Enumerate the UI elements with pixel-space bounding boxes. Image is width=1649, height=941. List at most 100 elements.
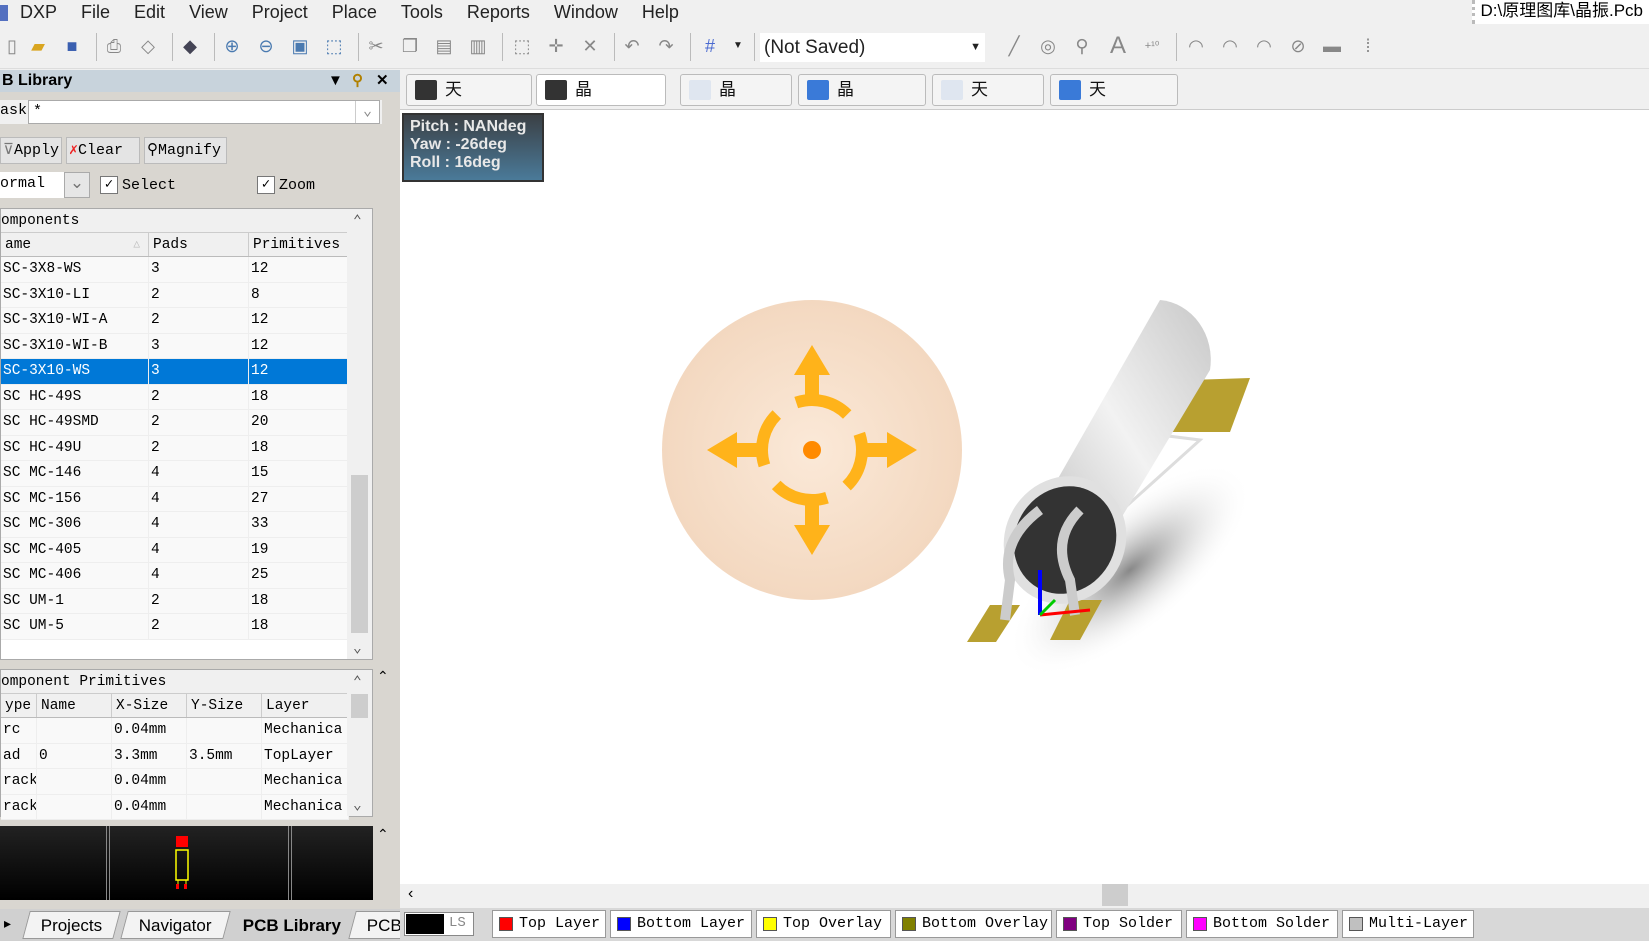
primitive-row[interactable]: rack 0.04mm Mechanica (1, 794, 349, 820)
doc-tab[interactable]: 天线.REP (932, 74, 1044, 129)
component-row[interactable]: SC HC-49S 2 18 (1, 384, 349, 410)
grid-icon[interactable]: # (698, 34, 722, 58)
mode-dropdown-icon[interactable]: ⌄ (64, 172, 90, 198)
redo-icon[interactable]: ↷ (654, 34, 678, 58)
layer-tab[interactable]: Bottom Overlay (895, 910, 1052, 938)
collapse-up-icon[interactable]: ⌃ (377, 668, 389, 685)
menu-edit[interactable]: Edit (122, 2, 177, 23)
menu-view[interactable]: View (177, 2, 240, 23)
move-icon[interactable]: ✛ (544, 34, 568, 58)
arc-edge-icon[interactable]: ◠ (1218, 34, 1242, 58)
select-checkbox[interactable]: ✓ Select (100, 176, 176, 194)
layer-set-button[interactable]: LS (404, 912, 474, 936)
open-icon[interactable]: ▰ (26, 34, 50, 58)
column-type[interactable]: ype (1, 694, 37, 717)
column-pads[interactable]: Pads (149, 233, 249, 256)
primitives-scrollbar[interactable]: ⌃ ⌄ (347, 670, 372, 816)
print-icon[interactable]: ⎙ (102, 34, 126, 58)
scroll-up-icon[interactable]: ⌃ (353, 213, 362, 230)
navigation-compass-icon[interactable] (662, 300, 962, 600)
layer-tab[interactable]: Top Overlay (756, 910, 891, 938)
column-name[interactable]: ame △ (1, 233, 149, 256)
apply-button[interactable]: ⊽Apply (0, 137, 62, 164)
menu-help[interactable]: Help (630, 2, 691, 23)
close-icon[interactable]: ✕ (376, 70, 389, 92)
line-icon[interactable]: ╱ (1002, 34, 1026, 58)
component-row[interactable]: SC UM-5 2 18 (1, 614, 349, 640)
menu-reports[interactable]: Reports (455, 2, 542, 23)
tab-scroll-right-icon[interactable]: ▸ (4, 915, 11, 932)
column-layer[interactable]: Layer (262, 694, 349, 717)
component-row[interactable]: SC HC-49U 2 18 (1, 435, 349, 461)
component-row[interactable]: SC MC-405 4 19 (1, 537, 349, 563)
doc-tab[interactable]: 晶振.REP (680, 74, 792, 129)
zoom-fit-icon[interactable]: ▣ (288, 34, 312, 58)
menu-dxp[interactable]: DXP (12, 2, 69, 23)
mask-input[interactable]: * ⌄ (28, 100, 380, 124)
components-scrollbar[interactable]: ⌃ ⌄ (347, 209, 372, 659)
column-primitives[interactable]: Primitives (249, 233, 349, 256)
menu-tools[interactable]: Tools (389, 2, 455, 23)
column-y-size[interactable]: Y-Size (187, 694, 262, 717)
scroll-thumb[interactable] (351, 475, 368, 633)
layer-tab[interactable]: Bottom Layer (610, 910, 752, 938)
mode-select[interactable]: ormal (0, 172, 64, 198)
select-area-icon[interactable]: ⬚ (510, 34, 534, 58)
component-row[interactable]: SC MC-306 4 33 (1, 512, 349, 538)
rubber-stamp-icon[interactable]: ▥ (466, 34, 490, 58)
scroll-left-icon[interactable]: ‹ (408, 885, 413, 903)
layer-tab[interactable]: Top Layer (492, 910, 606, 938)
scroll-thumb[interactable] (1102, 884, 1128, 906)
menu-project[interactable]: Project (240, 2, 320, 23)
tab-pcb-library[interactable]: PCB Library (224, 911, 361, 939)
menu-place[interactable]: Place (320, 2, 389, 23)
column-name[interactable]: Name (37, 694, 112, 717)
text-icon[interactable]: A (1106, 34, 1130, 58)
doc-tab[interactable]: 晶振.PcbLib (798, 74, 926, 129)
layer-tab[interactable]: Bottom Solder (1186, 910, 1338, 938)
zoom-checkbox[interactable]: ✓ Zoom (257, 176, 315, 194)
doc-tab[interactable]: 晶振.PcbLib (536, 74, 666, 129)
save-icon[interactable]: ■ (60, 34, 84, 58)
zoom-area-icon[interactable]: ⬚ (322, 34, 346, 58)
paste-icon[interactable]: ▤ (432, 34, 456, 58)
primitive-row[interactable]: rc 0.04mm Mechanica (1, 718, 349, 744)
component-row[interactable]: SC MC-156 4 27 (1, 486, 349, 512)
deselect-icon[interactable]: ✕ (578, 34, 602, 58)
menu-window[interactable]: Window (542, 2, 630, 23)
tab-projects[interactable]: Projects (22, 911, 122, 939)
tab-navigator[interactable]: Navigator (120, 911, 231, 939)
copy-icon[interactable]: ❐ (398, 34, 422, 58)
component-row[interactable]: SC-3X10-LI 2 8 (1, 282, 349, 308)
clear-button[interactable]: ✗Clear (66, 137, 140, 164)
magnify-button[interactable]: ⚲Magnify (144, 137, 227, 164)
component-row[interactable]: SC-3X10-WS 3 12 (1, 359, 349, 385)
chevron-down-icon[interactable]: ⌄ (355, 101, 379, 123)
scroll-down-icon[interactable]: ⌄ (353, 797, 362, 814)
zoom-out-icon[interactable]: ⊖ (254, 34, 278, 58)
component-row[interactable]: SC MC-406 4 25 (1, 563, 349, 589)
primitive-row[interactable]: ad 0 3.3mm 3.5mm TopLayer (1, 743, 349, 769)
config-select[interactable]: (Not Saved) ▼ (760, 33, 985, 62)
3d-view-canvas[interactable]: Pitch : NANdeg Yaw : -26deg Roll : 16deg (400, 110, 1649, 884)
primitive-row[interactable]: rack 0.04mm Mechanica (1, 769, 349, 795)
component-row[interactable]: SC-3X8-WS 3 12 (1, 257, 349, 283)
doc-tab[interactable]: 天线.PcbLib (406, 74, 532, 129)
scroll-down-icon[interactable]: ⌄ (353, 640, 362, 657)
zoom-in-icon[interactable]: ⊕ (220, 34, 244, 58)
panel-menu-icon[interactable]: ▼ (328, 70, 343, 92)
menu-file[interactable]: File (69, 2, 122, 23)
component-row[interactable]: SC HC-49SMD 2 20 (1, 410, 349, 436)
pin-icon[interactable]: ⚲ (352, 70, 363, 92)
coordinate-icon[interactable]: +¹⁰ (1140, 34, 1164, 58)
scroll-thumb[interactable] (351, 694, 368, 718)
scroll-up-icon[interactable]: ⌃ (353, 674, 362, 691)
column-x-size[interactable]: X-Size (112, 694, 187, 717)
arc-any-icon[interactable]: ◠ (1252, 34, 1276, 58)
component-row[interactable]: SC-3X10-WI-A 2 12 (1, 308, 349, 334)
via-icon[interactable]: ⚲ (1070, 34, 1094, 58)
3d-view-icon[interactable]: ◆ (178, 34, 202, 58)
print-preview-icon[interactable]: ◇ (136, 34, 160, 58)
grid-dropdown-icon[interactable]: ▼ (726, 34, 750, 58)
new-icon[interactable]: ▯ (0, 34, 24, 58)
